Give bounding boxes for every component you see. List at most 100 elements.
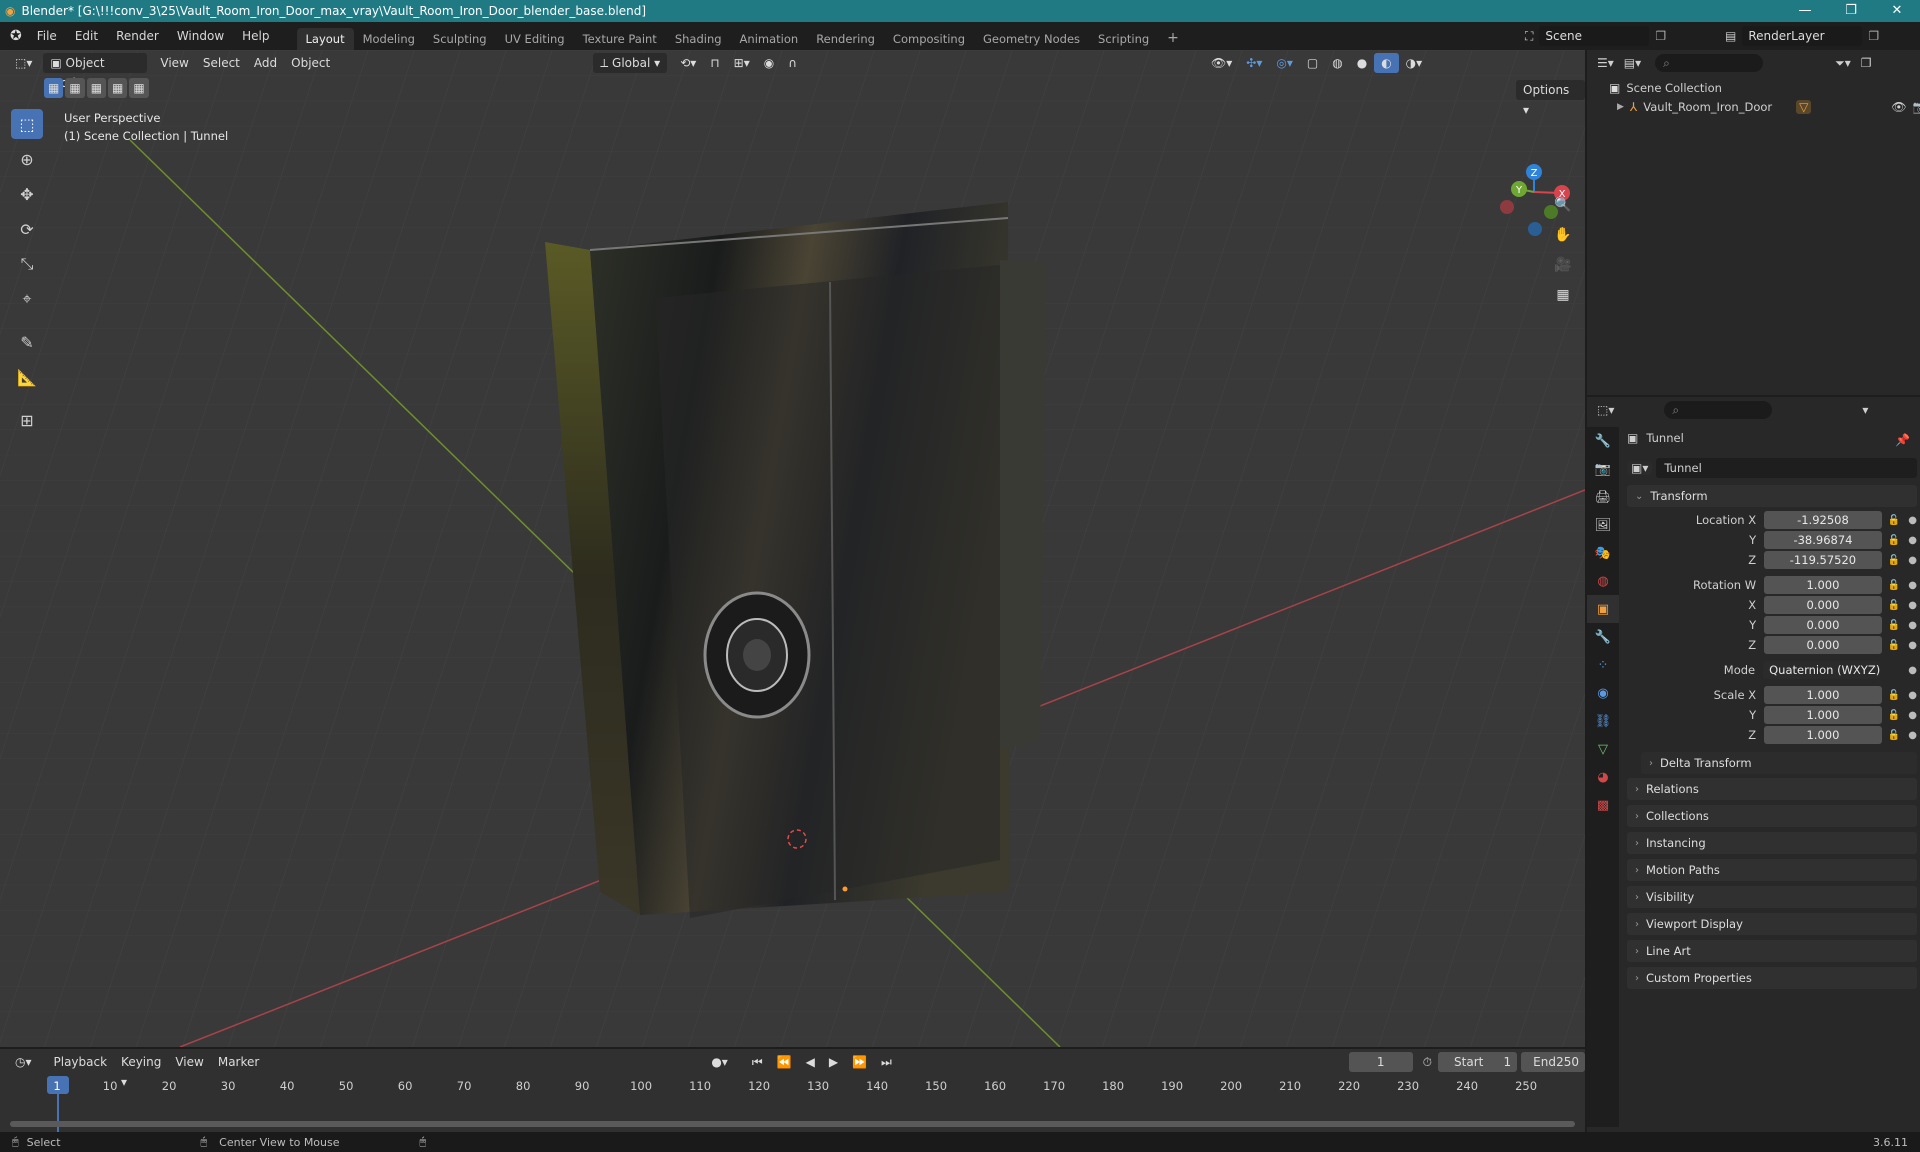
keyframe-dot-icon[interactable]: ●	[1908, 640, 1917, 651]
keyframe-dot-icon[interactable]: ●	[1908, 555, 1917, 566]
scale-tool-icon[interactable]: ⤡	[11, 249, 43, 279]
rotate-tool-icon[interactable]: ⟳	[11, 214, 43, 244]
falloff-icon[interactable]: ∩	[781, 53, 804, 73]
physics-tab-icon[interactable]: ◉	[1587, 679, 1619, 707]
outliner-search-input[interactable]: ⌕	[1655, 54, 1764, 72]
material-tab-icon[interactable]: ◕	[1587, 763, 1619, 791]
lock-icon[interactable]: 🔓	[1888, 600, 1900, 611]
lock-icon[interactable]: 🔓	[1888, 620, 1900, 631]
keyframe-dot-icon[interactable]: ●	[1908, 580, 1917, 591]
keyframe-dot-icon[interactable]: ●	[1908, 535, 1917, 546]
maximize-button[interactable]: ❐	[1828, 0, 1874, 22]
scale-z-field[interactable]: 1.000	[1764, 726, 1882, 744]
lock-icon[interactable]: 🔓	[1888, 535, 1900, 546]
render-camera-icon[interactable]: 📷	[1913, 100, 1920, 114]
custom-properties-panel-header[interactable]: › Custom Properties	[1627, 967, 1917, 989]
render-tab-icon[interactable]: 📷	[1587, 455, 1619, 483]
world-tab-icon[interactable]: ◍	[1587, 567, 1619, 595]
keyframe-dot-icon[interactable]: ●	[1908, 665, 1917, 676]
datablock-type-icon[interactable]: ▣▾	[1627, 461, 1653, 475]
scene-tab-icon[interactable]: 🎭	[1587, 539, 1619, 567]
tab-sculpting[interactable]: Sculpting	[424, 28, 496, 50]
zoom-icon[interactable]: 🔍	[1550, 192, 1576, 218]
properties-editor-icon[interactable]: ⬚▾	[1597, 403, 1614, 417]
tab-layout[interactable]: Layout	[296, 28, 354, 50]
display-mode-icon[interactable]: ▤▾	[1624, 56, 1641, 70]
menu-file[interactable]: File	[28, 29, 66, 43]
keyframe-dot-icon[interactable]: ●	[1908, 710, 1917, 721]
select-intersect-icon[interactable]: ▦	[129, 78, 149, 98]
output-tab-icon[interactable]: 🖨	[1587, 483, 1619, 511]
outliner-item[interactable]: ▶ ⅄ Vault_Room_Iron_Door ▽ 👁 📷	[1617, 97, 1920, 117]
menu-help[interactable]: Help	[233, 29, 278, 43]
object-tab-icon[interactable]: ▣	[1587, 595, 1619, 623]
view-layer-tab-icon[interactable]: 🖼	[1587, 511, 1619, 539]
rotation-z-field[interactable]: 0.000	[1764, 636, 1882, 654]
outliner-editor-icon[interactable]: ☰▾	[1597, 56, 1614, 70]
timeline-editor[interactable]: ◷▾ Playback ▾ Keying ▾ View Marker ●▾ ⏮ …	[0, 1049, 1585, 1132]
data-tab-icon[interactable]: ▽	[1587, 735, 1619, 763]
texture-tab-icon[interactable]: ▩	[1587, 791, 1619, 819]
pin-icon[interactable]: 📌	[1895, 433, 1910, 447]
scene-collection-row[interactable]: ▣ Scene Collection	[1609, 78, 1722, 98]
tab-texture-paint[interactable]: Texture Paint	[574, 28, 666, 50]
minimize-button[interactable]: —	[1782, 0, 1828, 22]
measure-tool-icon[interactable]: 📐	[11, 362, 43, 392]
keyframe-dot-icon[interactable]: ●	[1908, 690, 1917, 701]
3d-viewport[interactable]: Z X Y ⬚▾ ▣ Object Mode ▾ View Select Add…	[0, 50, 1585, 1047]
visibility-panel-header[interactable]: › Visibility	[1627, 886, 1917, 908]
pan-hand-icon[interactable]: ✋	[1550, 222, 1576, 248]
material-shading-icon[interactable]: ◐	[1374, 53, 1399, 73]
location-x-field[interactable]: -1.92508	[1764, 511, 1882, 529]
editor-type-icon[interactable]: ⬚▾	[8, 53, 39, 73]
camera-view-icon[interactable]: 🎥	[1550, 252, 1576, 278]
menu-edit[interactable]: Edit	[66, 29, 107, 43]
constraints-tab-icon[interactable]: ⛓	[1587, 707, 1619, 735]
delta-transform-subpanel[interactable]: › Delta Transform	[1641, 752, 1917, 774]
menu-view[interactable]: View	[153, 53, 195, 73]
menu-add[interactable]: Add	[247, 53, 284, 73]
options-dropdown[interactable]: Options ▾	[1516, 80, 1585, 117]
transform-tool-icon[interactable]: ⌖	[11, 284, 43, 314]
add-cube-tool-icon[interactable]: ⊞	[11, 405, 43, 435]
location-y-field[interactable]: -38.96874	[1764, 531, 1882, 549]
vault-door-model[interactable]	[545, 202, 1046, 918]
particles-tab-icon[interactable]: ⁘	[1587, 651, 1619, 679]
tab-shading[interactable]: Shading	[666, 28, 731, 50]
move-tool-icon[interactable]: ✥	[11, 179, 43, 209]
collections-panel-header[interactable]: › Collections	[1627, 805, 1917, 827]
keyframe-dot-icon[interactable]: ●	[1908, 600, 1917, 611]
tab-rendering[interactable]: Rendering	[807, 28, 884, 50]
filter-icon[interactable]: ⏷▾	[1835, 56, 1851, 71]
render-layer-field[interactable]: RenderLayer	[1742, 26, 1863, 46]
transform-orientation-dropdown[interactable]: ⟂ Global ▾	[593, 53, 668, 73]
overlay-toggle-icon[interactable]: ◎▾	[1269, 53, 1300, 73]
select-box-tool-icon[interactable]: ⬚	[11, 109, 43, 139]
frame-ruler[interactable]: 1 10 20 30 40 50 60 70 80 90 100 110 120 130 140 150 160…	[0, 1049, 1585, 1132]
gizmo-y-label[interactable]: Y	[1515, 185, 1523, 196]
scene-icon[interactable]: ⛶	[1525, 29, 1533, 44]
scale-y-field[interactable]: 1.000	[1764, 706, 1882, 724]
new-collection-icon[interactable]: ❐	[1861, 56, 1872, 70]
lock-icon[interactable]: 🔓	[1888, 730, 1900, 741]
relations-panel-header[interactable]: › Relations	[1627, 778, 1917, 800]
mode-dropdown[interactable]: ▣ Object Mode ▾	[43, 53, 148, 90]
gizmo-z-label[interactable]: Z	[1531, 168, 1538, 179]
visibility-icon[interactable]: 👁▾	[1204, 53, 1239, 73]
tab-uv-editing[interactable]: UV Editing	[496, 28, 574, 50]
line-art-panel-header[interactable]: › Line Art	[1627, 940, 1917, 962]
snap-target-icon[interactable]: ⊞▾	[727, 53, 757, 73]
render-layer-icon[interactable]: ▤	[1725, 29, 1736, 43]
menu-window[interactable]: Window	[168, 29, 233, 43]
hide-eye-icon[interactable]: 👁	[1891, 100, 1906, 114]
solid-shading-icon[interactable]: ●	[1350, 53, 1374, 73]
rotation-y-field[interactable]: 0.000	[1764, 616, 1882, 634]
rendered-shading-icon[interactable]: ◑▾	[1399, 53, 1430, 73]
tool-tab-icon[interactable]: 🔧	[1587, 427, 1619, 455]
tab-geometry-nodes[interactable]: Geometry Nodes	[974, 28, 1089, 50]
lock-icon[interactable]: 🔓	[1888, 515, 1900, 526]
lock-icon[interactable]: 🔓	[1888, 580, 1900, 591]
select-new-icon[interactable]: ▦	[44, 78, 64, 98]
keyframe-dot-icon[interactable]: ●	[1908, 620, 1917, 631]
transform-panel-header[interactable]: ⌄ Transform	[1627, 485, 1917, 507]
